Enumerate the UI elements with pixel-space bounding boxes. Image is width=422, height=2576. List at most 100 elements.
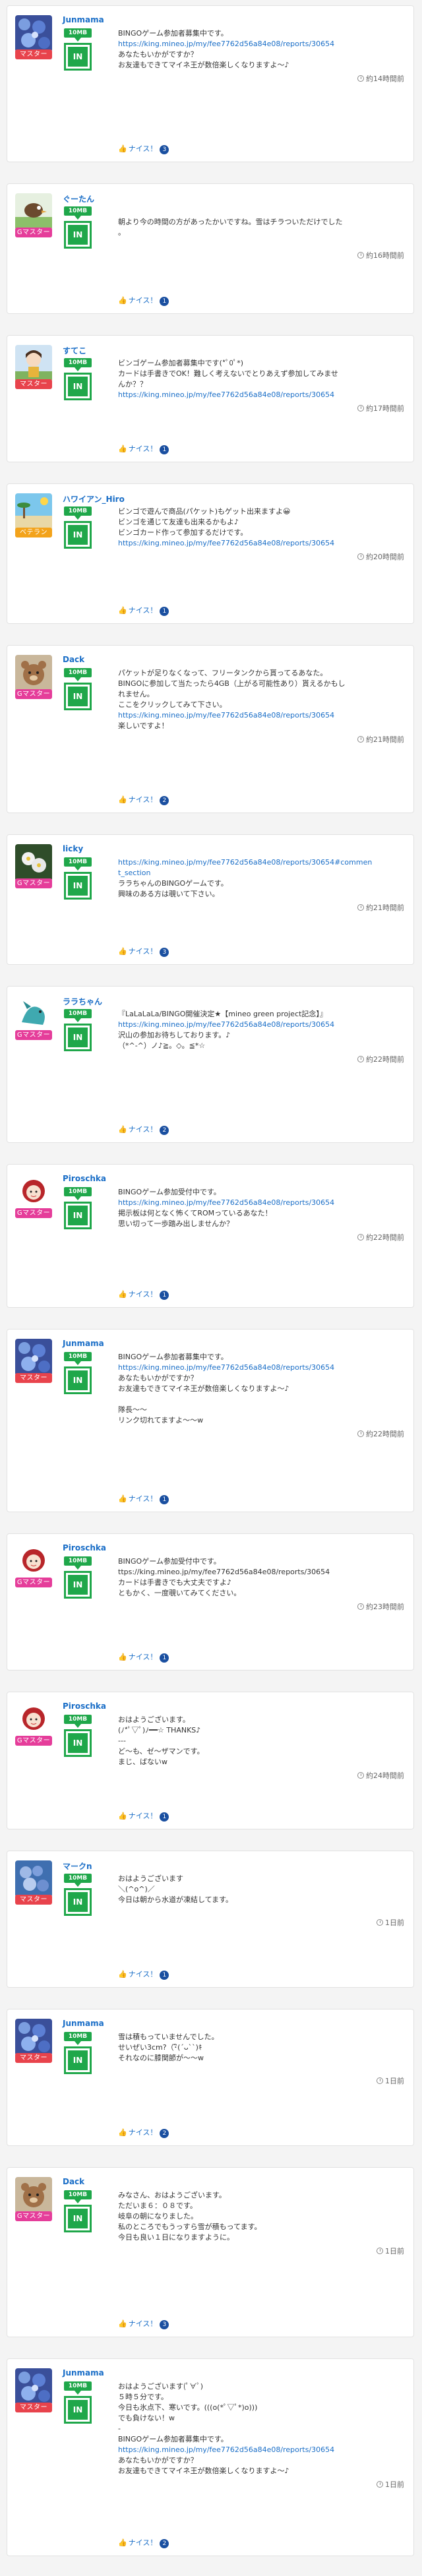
avatar[interactable] [15, 193, 52, 230]
comment-card: Gマスター ぐーたん 10MB IN 朝より今の時間の方があったかいですね。雪はチラつい… [7, 183, 414, 314]
avatar[interactable] [15, 844, 52, 881]
nice-button[interactable]: 👍 ナイス！ 3 [118, 2318, 169, 2329]
nice-count: 1 [160, 1495, 169, 1504]
comment-line: BINGOゲーム参加受付中です。 [118, 1557, 221, 1566]
data-amount-label: 10MB [64, 1009, 92, 1018]
comment-link[interactable]: https://king.mineo.jp/my/fee7762d56a84e0… [118, 710, 406, 721]
clock-icon [377, 2481, 383, 2488]
comment-link[interactable]: https://king.mineo.jp/my/fee7762d56a84e0… [118, 538, 406, 549]
data-in-label: IN [68, 1027, 88, 1047]
nice-count: 2 [160, 2129, 169, 2138]
comment-line [118, 1394, 406, 1405]
rank-badge: Gマスター [15, 1030, 52, 1040]
nice-button[interactable]: 👍 ナイス！ 1 [118, 1810, 169, 1822]
nice-button[interactable]: 👍 ナイス！ 1 [118, 295, 169, 306]
username-link[interactable]: すてこ [63, 345, 86, 356]
nice-count: 1 [160, 297, 169, 306]
username-link[interactable]: Junmama [63, 2019, 104, 2028]
comment-card: マスター Junmama 10MB IN 雪は積もっていませんでした。 せいぜい3cm?（… [7, 2009, 414, 2146]
username-link[interactable]: Dack [63, 2177, 84, 2186]
avatar[interactable] [15, 1174, 52, 1211]
nice-label: ナイス！ [128, 606, 158, 615]
comment-link[interactable]: https://king.mineo.jp/my/fee7762d56a84e0… [118, 857, 406, 868]
username-link[interactable]: licky [63, 844, 83, 853]
nice-count: 1 [160, 1971, 169, 1980]
nice-button[interactable]: 👍 ナイス！ 1 [118, 1493, 169, 1504]
comment-card: Gマスター Piroschka 10MB IN BINGOゲーム参加受付中です。 ttps… [7, 1533, 414, 1671]
avatar[interactable] [15, 996, 52, 1033]
comment-card: マスター Junmama 10MB IN BINGOゲーム参加者募集中です。 https:… [7, 5, 414, 162]
nice-button[interactable]: 👍 ナイス！ 1 [118, 605, 169, 616]
nice-button[interactable]: 👍 ナイス！ 1 [118, 443, 169, 454]
comment-link[interactable]: https://king.mineo.jp/my/fee7762d56a84e0… [118, 1363, 406, 1373]
avatar[interactable] [15, 1543, 52, 1580]
nice-label: ナイス！ [128, 2538, 158, 2547]
username-link[interactable]: Piroschka [63, 1174, 106, 1183]
comment-body: おはようございます(ﾟ∀ﾟ) ５時５分です。 今日も氷点下、寒いです。(((o(*ﾟ… [118, 2381, 406, 2476]
username-link[interactable]: ぐーたん [63, 193, 94, 204]
clock-icon [357, 736, 364, 743]
nice-button[interactable]: 👍 ナイス！ 1 [118, 1969, 169, 1980]
comment-link[interactable]: https://king.mineo.jp/my/fee7762d56a84e0… [118, 390, 406, 400]
nice-button[interactable]: 👍 ナイス！ 3 [118, 946, 169, 957]
username-link[interactable]: Piroschka [63, 1543, 106, 1552]
thumbs-up-icon: 👍 [118, 2538, 127, 2547]
avatar[interactable] [15, 2177, 52, 2214]
comment-line: 雪は積もっていませんでした。 [118, 2033, 219, 2041]
timestamp-text: 1日前 [385, 2247, 404, 2255]
comment-link[interactable]: t_section [118, 868, 406, 878]
avatar[interactable] [15, 1860, 52, 1897]
nice-button[interactable]: 👍 ナイス！ 3 [118, 143, 169, 154]
comment-line: ただいま６：０８です。 [118, 2201, 197, 2210]
comment-link[interactable]: https://king.mineo.jp/my/fee7762d56a84e0… [118, 1198, 406, 1208]
comment-link[interactable]: https://king.mineo.jp/my/fee7762d56a84e0… [118, 2445, 406, 2455]
username-link[interactable]: ララちゃん [63, 996, 102, 1007]
avatar[interactable] [15, 345, 52, 382]
username-link[interactable]: マークn [63, 1860, 92, 1872]
avatar[interactable] [15, 15, 52, 52]
username-link[interactable]: Piroschka [63, 1702, 106, 1711]
nice-label: ナイス！ [128, 296, 158, 305]
nice-count: 3 [160, 2320, 169, 2329]
nice-button[interactable]: 👍 ナイス！ 1 [118, 1651, 169, 1663]
data-amount-label: 10MB [64, 1556, 92, 1566]
username-link[interactable]: Dack [63, 655, 84, 664]
comment-line: 私のところでもうっすら雪が積もってます。 [118, 2223, 262, 2231]
comment-line: 沢山の参加お待ちしております。♪ [118, 1031, 231, 1039]
comment-body: パケットが足りなくなって、フリータンクから貰ってるあなた。 BINGOに参加して当… [118, 668, 406, 731]
comment-line: お友達もできてマイネ王が数倍楽しくなりますよ〜♪ [118, 2467, 289, 2475]
avatar[interactable] [15, 1339, 52, 1376]
username-link[interactable]: Junmama [63, 1339, 104, 1348]
comment-link[interactable]: https://king.mineo.jp/my/fee7762d56a84e0… [118, 1020, 406, 1030]
timestamp-text: 約22時間前 [366, 1233, 404, 1242]
avatar[interactable] [15, 493, 52, 530]
nice-button[interactable]: 👍 ナイス！ 2 [118, 2537, 169, 2548]
comment-card: Gマスター Dack 10MB IN パケットが足りなくなって、フリータンクから貰ってる… [7, 645, 414, 813]
clock-icon [377, 1919, 383, 1926]
timestamp: 約22時間前 [357, 1232, 404, 1242]
data-in-label: IN [68, 525, 88, 545]
username-link[interactable]: ハワイアン_Hiro [63, 493, 125, 505]
nice-button[interactable]: 👍 ナイス！ 2 [118, 1124, 169, 1135]
avatar[interactable] [15, 1702, 52, 1738]
comment-line [118, 206, 406, 217]
timestamp-text: 約21時間前 [366, 735, 404, 744]
timestamp: 約21時間前 [357, 734, 404, 745]
nice-button[interactable]: 👍 ナイス！ 2 [118, 794, 169, 805]
arrow-down-icon [75, 38, 81, 42]
comment-line: でも負けない！w [118, 2414, 175, 2422]
comment-line: ともかく、一度覗いてみてください。 [118, 1589, 241, 1597]
username-link[interactable]: Junmama [63, 15, 104, 24]
avatar[interactable] [15, 2368, 52, 2405]
nice-button[interactable]: 👍 ナイス！ 1 [118, 1289, 169, 1300]
comment-body: BINGOゲーム参加者募集中です。 https://king.mineo.jp/m… [118, 28, 406, 71]
username-link[interactable]: Junmama [63, 2368, 104, 2377]
timestamp-text: 1日前 [385, 1918, 404, 1927]
avatar[interactable] [15, 655, 52, 692]
thumbs-up-icon: 👍 [118, 1290, 127, 1299]
avatar[interactable] [15, 2019, 52, 2056]
comment-link[interactable]: https://king.mineo.jp/my/fee7762d56a84e0… [118, 39, 406, 49]
nice-button[interactable]: 👍 ナイス！ 2 [118, 2127, 169, 2138]
thumbs-up-icon: 👍 [118, 296, 127, 305]
timestamp: 1日前 [377, 2479, 404, 2490]
